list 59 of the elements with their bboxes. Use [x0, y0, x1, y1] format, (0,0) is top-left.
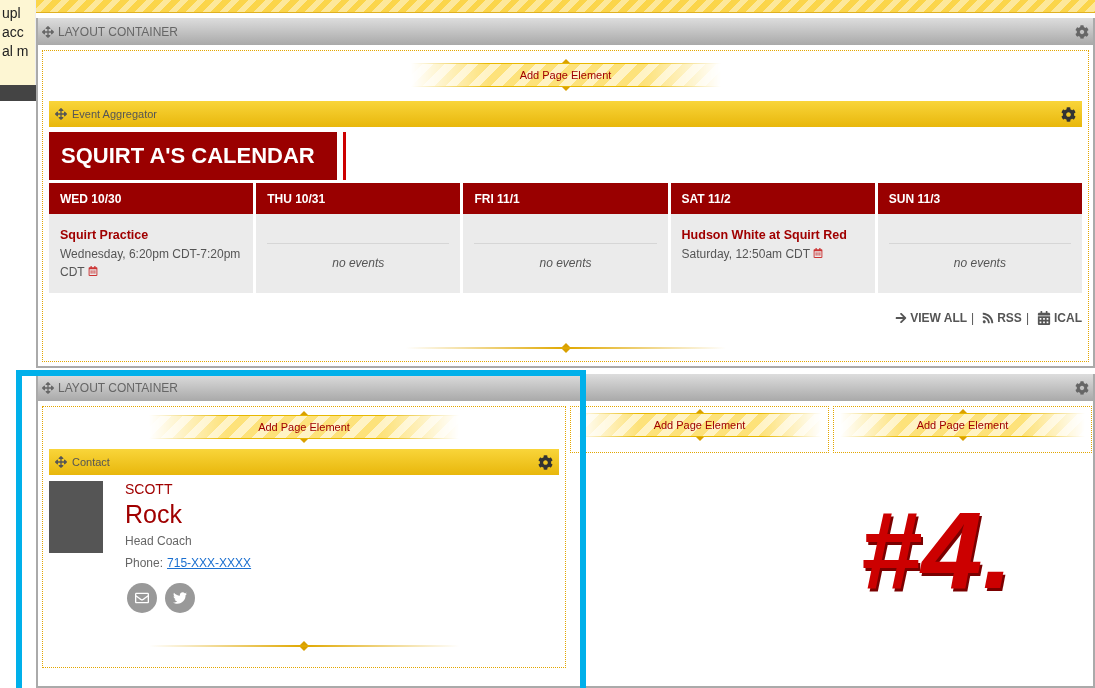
email-icon[interactable] [127, 583, 157, 613]
down-arrow-icon [695, 437, 704, 441]
role-text: Head Coach [125, 533, 193, 550]
twitter-icon[interactable] [165, 583, 195, 613]
down-arrow-icon [300, 647, 308, 651]
settings-icon[interactable] [1075, 380, 1089, 395]
event-name[interactable]: Squirt Practice [60, 228, 243, 242]
move-icon[interactable] [42, 381, 54, 394]
no-events-text: no events [539, 256, 592, 270]
down-arrow-icon [958, 437, 967, 441]
first-name: SCOTT [125, 481, 174, 497]
feed-link[interactable]: RSS [982, 311, 1022, 325]
calendar-icon[interactable] [87, 266, 98, 276]
move-icon[interactable] [55, 108, 67, 120]
add-page-element-button[interactable]: Add Page Element [410, 63, 721, 87]
notice-text: upl [1, 4, 22, 23]
element-title: Contact [72, 456, 111, 468]
notice-text: al m [1, 42, 30, 61]
day-heading: SAT 11/2 [670, 183, 875, 214]
day-heading: THU 10/31 [256, 183, 461, 214]
settings-icon[interactable] [1061, 106, 1076, 122]
event-name[interactable]: Hudson White at Squirt Red [681, 228, 864, 242]
day-heading: WED 10/30 [49, 183, 254, 214]
no-events-text: no events [953, 256, 1006, 270]
add-page-element-button[interactable]: Add Page Element [840, 413, 1085, 437]
separator-text: | [1025, 311, 1029, 325]
photo-placeholder [49, 481, 103, 553]
arrow-icon [895, 312, 908, 324]
event-time: Saturday, 12:50am CDT [681, 245, 864, 263]
calendar-icon[interactable] [813, 248, 824, 258]
move-icon[interactable] [42, 25, 54, 38]
add-page-element-button[interactable]: Add Page Element [577, 413, 822, 437]
element-title: Event Aggregator [72, 108, 158, 120]
up-arrow-icon [561, 343, 570, 347]
settings-icon[interactable] [538, 454, 553, 470]
feed-link[interactable]: ICAL [1037, 311, 1082, 325]
down-arrow-icon [300, 439, 308, 443]
phone-link[interactable]: 715-XXX-XXXX [167, 553, 252, 573]
calendar-icon [1037, 311, 1051, 325]
day-heading: FRI 11/1 [463, 183, 668, 214]
no-events-text: no events [332, 256, 385, 270]
up-arrow-icon [300, 641, 308, 645]
event-time: Wednesday, 6:20pm CDT-7:20pm CDT [60, 246, 242, 281]
day-heading: SUN 11/3 [877, 183, 1082, 214]
dark-bar [0, 85, 36, 101]
add-page-element-button[interactable]: Add Page Element [149, 415, 459, 439]
last-name: Rock [125, 499, 183, 529]
feed-link[interactable]: VIEW ALL [895, 311, 968, 325]
rss-icon [982, 312, 995, 324]
container-title: LAYOUT CONTAINER [58, 380, 180, 395]
separator-text: | [971, 311, 975, 325]
container-title: LAYOUT CONTAINER [58, 24, 180, 39]
down-arrow-icon [561, 87, 570, 91]
notice-text: acc [1, 23, 25, 42]
annotation-number: #4. [860, 488, 1013, 611]
phone-label: Phone: [125, 555, 164, 572]
settings-icon[interactable] [1075, 24, 1089, 39]
move-icon[interactable] [55, 456, 67, 468]
down-arrow-icon [561, 349, 570, 353]
